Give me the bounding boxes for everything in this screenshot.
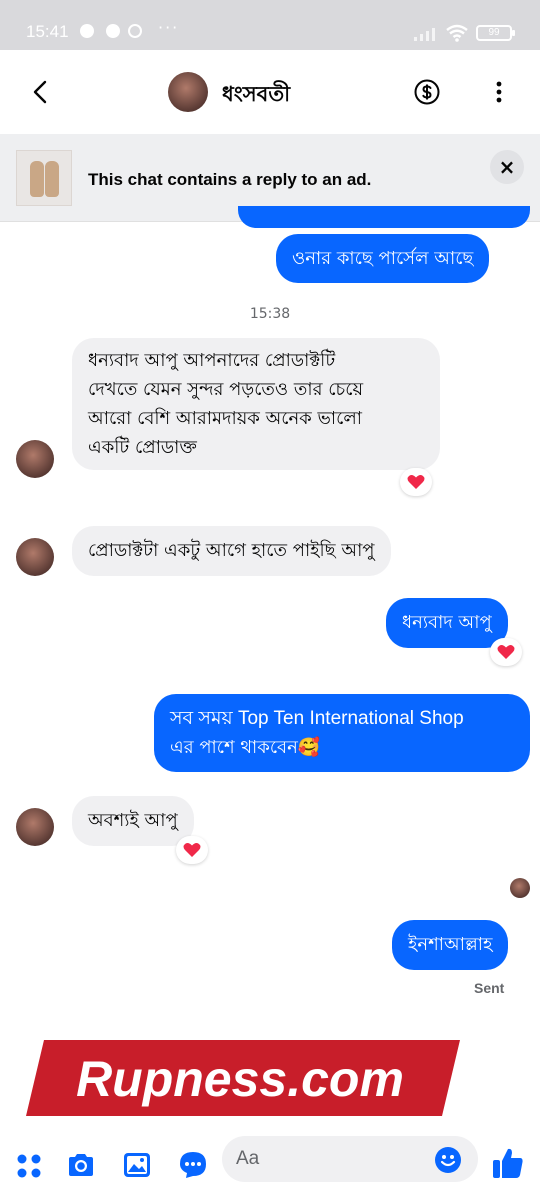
status-bar: 15:41 ··· 99	[0, 0, 540, 50]
camera-icon[interactable]	[66, 1150, 96, 1180]
seen-avatar	[510, 878, 530, 898]
sender-avatar[interactable]	[16, 538, 54, 576]
ad-thumbnail[interactable]	[16, 150, 72, 206]
incoming-message[interactable]: ধন্যবাদ আপু আপনাদের প্রোডাক্টটি দেখতে যে…	[72, 338, 440, 470]
chat-notification-icon	[106, 24, 120, 38]
previous-message-bubble[interactable]	[238, 206, 530, 228]
message-composer	[0, 1128, 540, 1200]
heart-reaction[interactable]	[400, 468, 432, 496]
status-time: 15:41	[26, 22, 69, 41]
close-banner-button[interactable]: ×	[490, 150, 524, 184]
incoming-message[interactable]: অবশ্যই আপু	[72, 796, 194, 846]
signal-icon	[414, 28, 435, 41]
wifi-icon	[446, 24, 468, 42]
heart-reaction[interactable]	[490, 638, 522, 666]
heart-icon	[183, 843, 201, 857]
dollar-icon[interactable]	[414, 79, 440, 105]
menu-dots-icon[interactable]	[14, 1150, 44, 1180]
more-vert-icon[interactable]	[490, 80, 508, 104]
ad-product-image-part	[45, 161, 59, 197]
sender-avatar[interactable]	[16, 808, 54, 846]
message-line: ধন্যবাদ আপু আপনাদের প্রোডাক্টটি	[88, 350, 336, 371]
message-input-container[interactable]	[222, 1136, 478, 1182]
incoming-message[interactable]: প্রোডাক্টটা একটু আগে হাতে পাইছি আপু	[72, 526, 391, 576]
message-timestamp: 15:38	[249, 306, 291, 322]
sent-status: Sent	[474, 980, 505, 996]
ad-product-image	[30, 161, 44, 197]
outgoing-message[interactable]: সব সময় Top Ten International Shop এর পা…	[154, 694, 530, 772]
heart-icon	[497, 645, 515, 659]
sender-avatar[interactable]	[16, 440, 54, 478]
gallery-icon[interactable]	[122, 1150, 152, 1180]
outgoing-message[interactable]: ইনশাআল্লাহ	[392, 920, 509, 970]
contact-name[interactable]: ধংসবতী	[222, 78, 290, 113]
watermark-text: Rupness.com	[76, 1051, 404, 1107]
contact-avatar[interactable]	[168, 72, 208, 112]
back-icon[interactable]	[28, 78, 54, 106]
close-icon: ×	[498, 155, 516, 179]
heart-reaction[interactable]	[176, 836, 208, 864]
voice-icon[interactable]	[178, 1150, 208, 1180]
outgoing-message[interactable]: ধন্যবাদ আপু	[386, 598, 508, 648]
thumbs-up-icon[interactable]	[492, 1146, 524, 1180]
message-line: একটি প্রোডাক্ত	[88, 437, 197, 458]
ad-banner-text: This chat contains a reply to an ad.	[88, 170, 372, 189]
emoji-icon[interactable]	[434, 1146, 462, 1174]
battery-icon: 99	[476, 25, 515, 41]
message-line: দেখতে যেমন সুন্দর পড়তেও তার চেয়ে	[88, 379, 364, 400]
more-notifications-icon: ···	[158, 18, 180, 37]
message-input[interactable]	[236, 1144, 436, 1174]
chat-header: ধংসবতী	[0, 50, 540, 134]
message-thread: ওনার কাছে পার্সেল আছে 15:38 ধন্যবাদ আপু …	[0, 206, 540, 1122]
messenger-notification-icon	[80, 24, 94, 38]
sync-icon	[128, 24, 142, 38]
watermark-banner: Rupness.com	[26, 1040, 460, 1116]
outgoing-message[interactable]: ওনার কাছে পার্সেল আছে	[276, 234, 490, 283]
message-line: সব সময় Top Ten International Shop	[170, 708, 464, 729]
heart-icon	[407, 475, 425, 489]
message-line: এর পাশে থাকবেন🥰	[170, 737, 321, 758]
message-line: আরো বেশি আরামদায়ক অনেক ভালো	[88, 408, 362, 429]
